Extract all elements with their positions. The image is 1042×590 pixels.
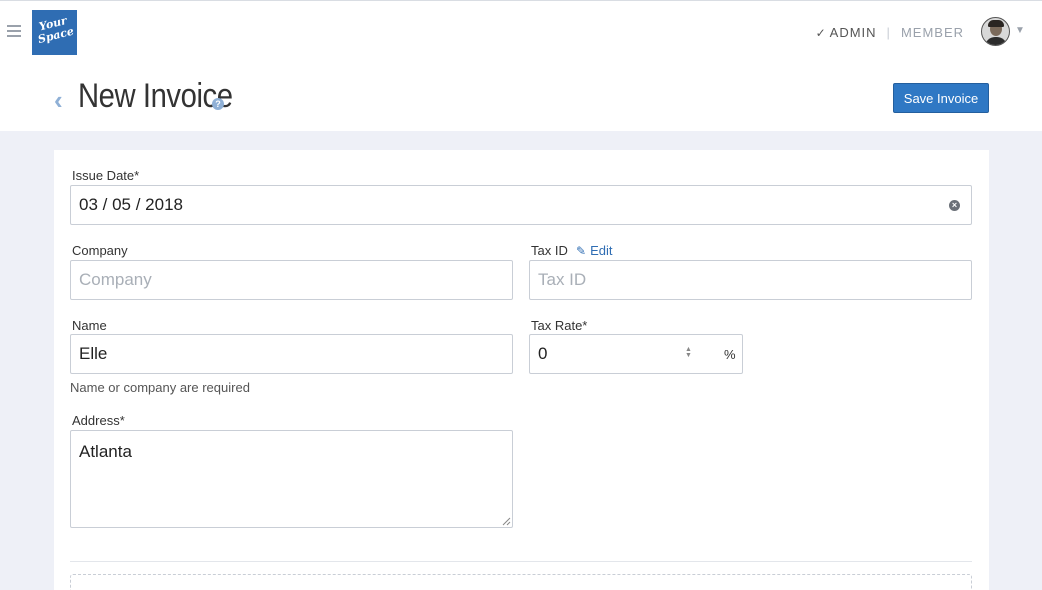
name-value: Elle — [79, 344, 108, 363]
tax-rate-input[interactable]: 0 ▲ ▼ % — [529, 334, 743, 374]
tax-rate-label: Tax Rate* — [531, 318, 588, 333]
resize-handle-icon[interactable] — [502, 517, 511, 526]
role-switch: ✓ ADMIN | MEMBER — [816, 25, 964, 40]
app-logo[interactable]: Your Space — [32, 10, 77, 55]
save-invoice-button[interactable]: Save Invoice — [893, 83, 989, 113]
line-items-dropzone[interactable] — [70, 574, 972, 590]
name-hint: Name or company are required — [70, 380, 250, 395]
user-avatar[interactable] — [981, 17, 1010, 46]
address-value: Atlanta — [79, 442, 132, 461]
role-separator: | — [886, 25, 891, 40]
pencil-icon: ✎ — [576, 243, 587, 258]
tax-rate-unit: % — [724, 347, 736, 362]
tax-id-placeholder: Tax ID — [538, 270, 587, 289]
help-icon[interactable]: ? — [212, 98, 224, 110]
tax-id-input[interactable]: Tax ID — [529, 260, 972, 300]
address-label: Address* — [72, 413, 125, 428]
company-placeholder: Company — [79, 270, 152, 289]
hamburger-menu-icon[interactable] — [7, 25, 21, 39]
role-admin-option[interactable]: ✓ ADMIN — [816, 25, 877, 40]
section-divider — [70, 561, 972, 562]
clear-icon[interactable]: × — [949, 200, 960, 211]
issue-date-label: Issue Date* — [72, 168, 140, 183]
page-title: New Invoice — [78, 77, 233, 115]
role-admin-label: ADMIN — [829, 25, 877, 40]
invoice-form-card: Issue Date* 03 / 05 / 2018 × Company Com… — [54, 150, 989, 590]
logo-text: Your Space — [36, 13, 76, 47]
top-header: Your Space ✓ ADMIN | MEMBER ▼ ‹ New Invo… — [0, 0, 1042, 131]
name-input[interactable]: Elle — [70, 334, 513, 374]
tax-id-label: Tax ID — [531, 243, 568, 258]
address-textarea[interactable]: Atlanta — [70, 430, 513, 528]
tax-rate-value: 0 — [538, 344, 548, 363]
role-member-option[interactable]: MEMBER — [901, 25, 964, 40]
tax-id-edit-link[interactable]: ✎ Edit — [576, 243, 612, 258]
issue-date-value: 03 / 05 / 2018 — [79, 195, 183, 214]
company-input[interactable]: Company — [70, 260, 513, 300]
back-chevron-left-icon[interactable]: ‹ — [54, 87, 63, 113]
chevron-down-icon[interactable]: ▼ — [1015, 25, 1025, 36]
company-label: Company — [72, 243, 128, 258]
name-label: Name — [72, 318, 107, 333]
number-spinner-icon[interactable]: ▲ ▼ — [685, 346, 692, 359]
check-icon: ✓ — [815, 25, 827, 40]
tax-id-edit-label: Edit — [590, 243, 613, 258]
issue-date-input[interactable]: 03 / 05 / 2018 × — [70, 185, 972, 225]
